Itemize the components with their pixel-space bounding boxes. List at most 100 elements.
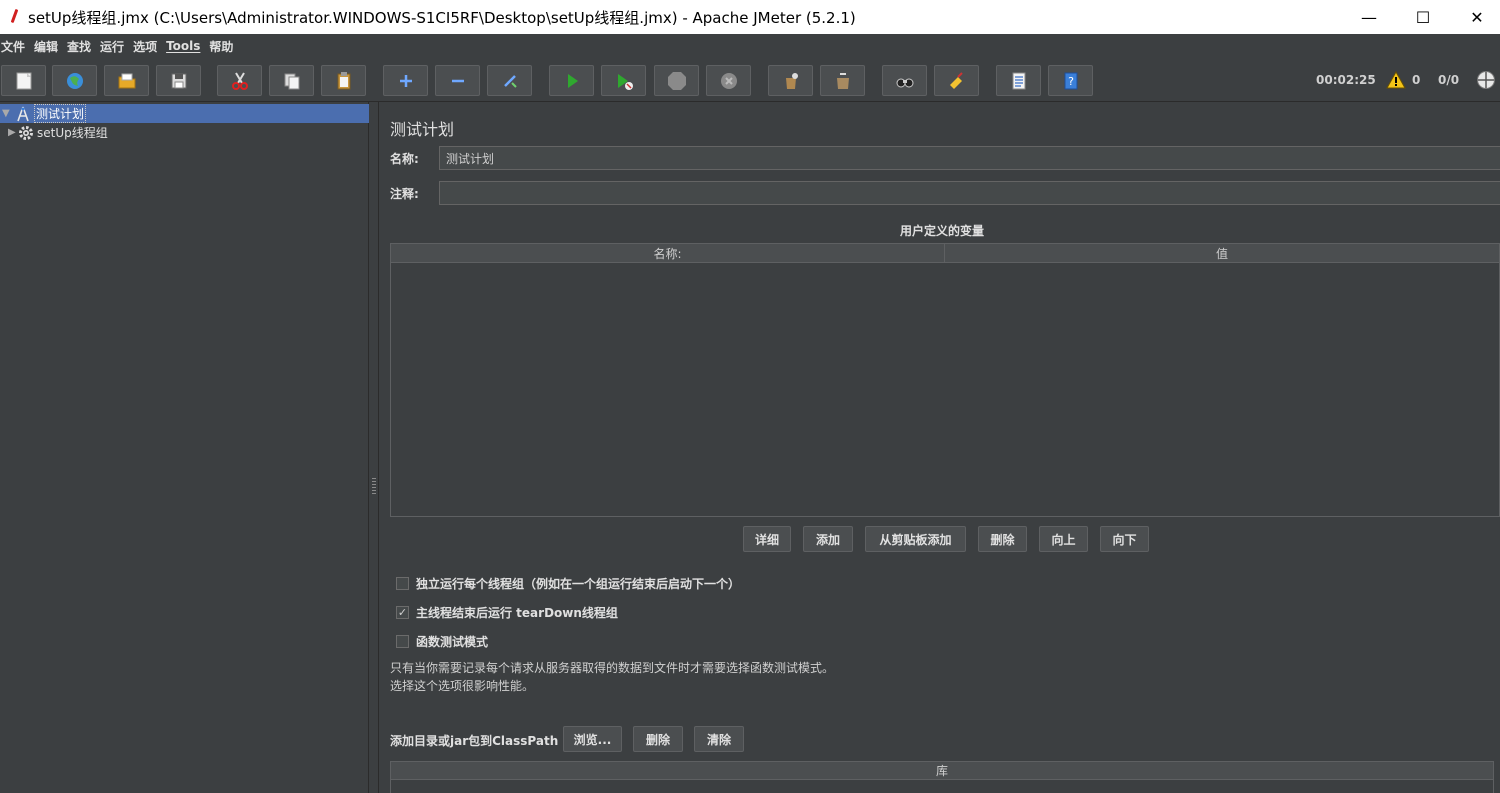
gear-icon (19, 125, 33, 140)
clear-icon (785, 72, 798, 89)
shutdown-button[interactable] (706, 65, 751, 96)
warning-icon[interactable] (1386, 70, 1406, 90)
classpath-library-table[interactable]: 库 (390, 761, 1494, 793)
search-button[interactable] (882, 65, 927, 96)
add-from-clipboard-button[interactable]: 从剪贴板添加 (865, 526, 966, 552)
maximize-button[interactable]: ☐ (1400, 0, 1446, 34)
user-variables-title: 用户定义的变量 (900, 224, 985, 238)
copy-button[interactable] (269, 65, 314, 96)
help-button[interactable]: ? (1048, 65, 1093, 96)
toggle-button[interactable] (487, 65, 532, 96)
column-header-value[interactable]: 值 (945, 244, 1499, 263)
collapse-icon (451, 79, 464, 82)
collapse-all-button[interactable] (435, 65, 480, 96)
menu-edit[interactable]: 编辑 (34, 38, 63, 55)
start-no-pauses-icon (617, 73, 633, 90)
checkbox[interactable] (396, 576, 409, 590)
save-icon (171, 73, 186, 88)
comment-label: 注释: (390, 187, 419, 201)
stop-button[interactable] (654, 65, 699, 96)
minimize-button[interactable]: — (1346, 0, 1392, 34)
splitter-grip[interactable] (372, 478, 376, 494)
cut-button[interactable] (217, 65, 262, 96)
svg-text:?: ? (1068, 75, 1074, 88)
tree-item-test-plan[interactable]: ▼ 测试计划 (0, 104, 369, 123)
user-variables-table[interactable]: 名称: 值 (390, 243, 1500, 517)
active-threads: 0/0 (1438, 73, 1460, 87)
browse-button[interactable]: 浏览... (563, 726, 622, 752)
open-icon (118, 73, 135, 88)
details-button[interactable]: 详细 (743, 526, 791, 552)
comment-field[interactable] (439, 181, 1500, 205)
checkbox[interactable] (396, 634, 409, 648)
table-header: 名称: 值 (391, 244, 1499, 263)
templates-button[interactable] (52, 65, 97, 96)
classpath-clear-button[interactable]: 清除 (694, 726, 744, 752)
new-icon (16, 72, 31, 89)
option-label: 函数测试模式 (416, 634, 489, 649)
option-teardown-after-shutdown[interactable]: ✓ 主线程结束后运行 tearDown线程组 (396, 603, 618, 621)
collapsed-arrow-icon[interactable]: ▶ (8, 127, 18, 138)
copy-icon (284, 73, 299, 89)
test-plan-icon (17, 106, 29, 121)
close-button[interactable]: ✕ (1454, 0, 1500, 34)
menu-bar: 文件 编辑 查找 运行 选项 Tools 帮助 (0, 34, 1500, 58)
clear-button[interactable] (768, 65, 813, 96)
tree-item-setup-thread-group[interactable]: ▶ setUp线程组 (0, 123, 108, 142)
option-serialize-thread-groups[interactable]: 独立运行每个线程组（例如在一个组运行结束后启动下一个） (396, 574, 740, 592)
function-helper-button[interactable] (996, 65, 1041, 96)
column-header-library[interactable]: 库 (391, 762, 1493, 780)
add-button[interactable]: 添加 (803, 526, 853, 552)
search-icon (896, 78, 913, 87)
remote-globe-icon[interactable] (1476, 70, 1496, 90)
toolbar: ? 00:02:25 0 0/0 (0, 58, 1500, 102)
warning-count: 0 (1412, 73, 1421, 87)
paste-button[interactable] (321, 65, 366, 96)
toggle-icon (503, 74, 517, 88)
checkbox-checked[interactable]: ✓ (396, 605, 409, 619)
classpath-label: 添加目录或jar包到ClassPath (390, 734, 559, 748)
open-button[interactable] (104, 65, 149, 96)
start-icon (567, 73, 578, 88)
new-button[interactable] (1, 65, 46, 96)
menu-options[interactable]: 选项 (133, 38, 162, 55)
stop-icon (667, 71, 686, 90)
shutdown-icon (720, 72, 737, 89)
menu-tools[interactable]: Tools (166, 39, 205, 53)
clear-all-button[interactable] (820, 65, 865, 96)
menu-search[interactable]: 查找 (67, 38, 96, 55)
option-label: 主线程结束后运行 tearDown线程组 (416, 605, 618, 620)
page-title: 测试计划 (390, 120, 455, 139)
window-title: setUp线程组.jmx (C:\Users\Administrator.WIN… (28, 8, 856, 27)
expand-all-button[interactable] (383, 65, 428, 96)
classpath-delete-button[interactable]: 删除 (633, 726, 683, 752)
save-button[interactable] (156, 65, 201, 96)
tree-item-label: setUp线程组 (37, 126, 108, 140)
test-plan-tree[interactable]: ▼ 测试计划 ▶ setUp线程组 (0, 102, 369, 793)
panel-splitter[interactable] (369, 102, 379, 793)
reset-search-button[interactable] (934, 65, 979, 96)
option-label: 独立运行每个线程组（例如在一个组运行结束后启动下一个） (416, 576, 741, 591)
menu-help[interactable]: 帮助 (209, 38, 238, 55)
clear-all-icon (836, 72, 849, 89)
help-icon: ? (1064, 72, 1077, 89)
jmeter-feather-icon (8, 9, 22, 25)
menu-file[interactable]: 文件 (0, 38, 30, 55)
move-down-button[interactable]: 向下 (1100, 526, 1149, 552)
start-no-pauses-button[interactable] (601, 65, 646, 96)
expanded-arrow-icon[interactable]: ▼ (2, 108, 12, 119)
start-button[interactable] (549, 65, 594, 96)
name-field[interactable]: 测试计划 (439, 146, 1500, 170)
functional-mode-note-1: 只有当你需要记录每个请求从服务器取得的数据到文件时才需要选择函数测试模式。 (390, 661, 835, 675)
tree-item-label: 测试计划 (34, 104, 87, 123)
delete-button[interactable]: 删除 (978, 526, 1027, 552)
menu-run[interactable]: 运行 (100, 38, 129, 55)
column-header-name[interactable]: 名称: (391, 244, 945, 263)
name-label: 名称: (390, 152, 419, 166)
move-up-button[interactable]: 向上 (1039, 526, 1088, 552)
templates-icon (66, 72, 83, 89)
cut-icon (231, 71, 248, 90)
paste-icon (337, 71, 350, 89)
option-functional-test-mode[interactable]: 函数测试模式 (396, 632, 488, 650)
window-titlebar: setUp线程组.jmx (C:\Users\Administrator.WIN… (0, 0, 1500, 34)
